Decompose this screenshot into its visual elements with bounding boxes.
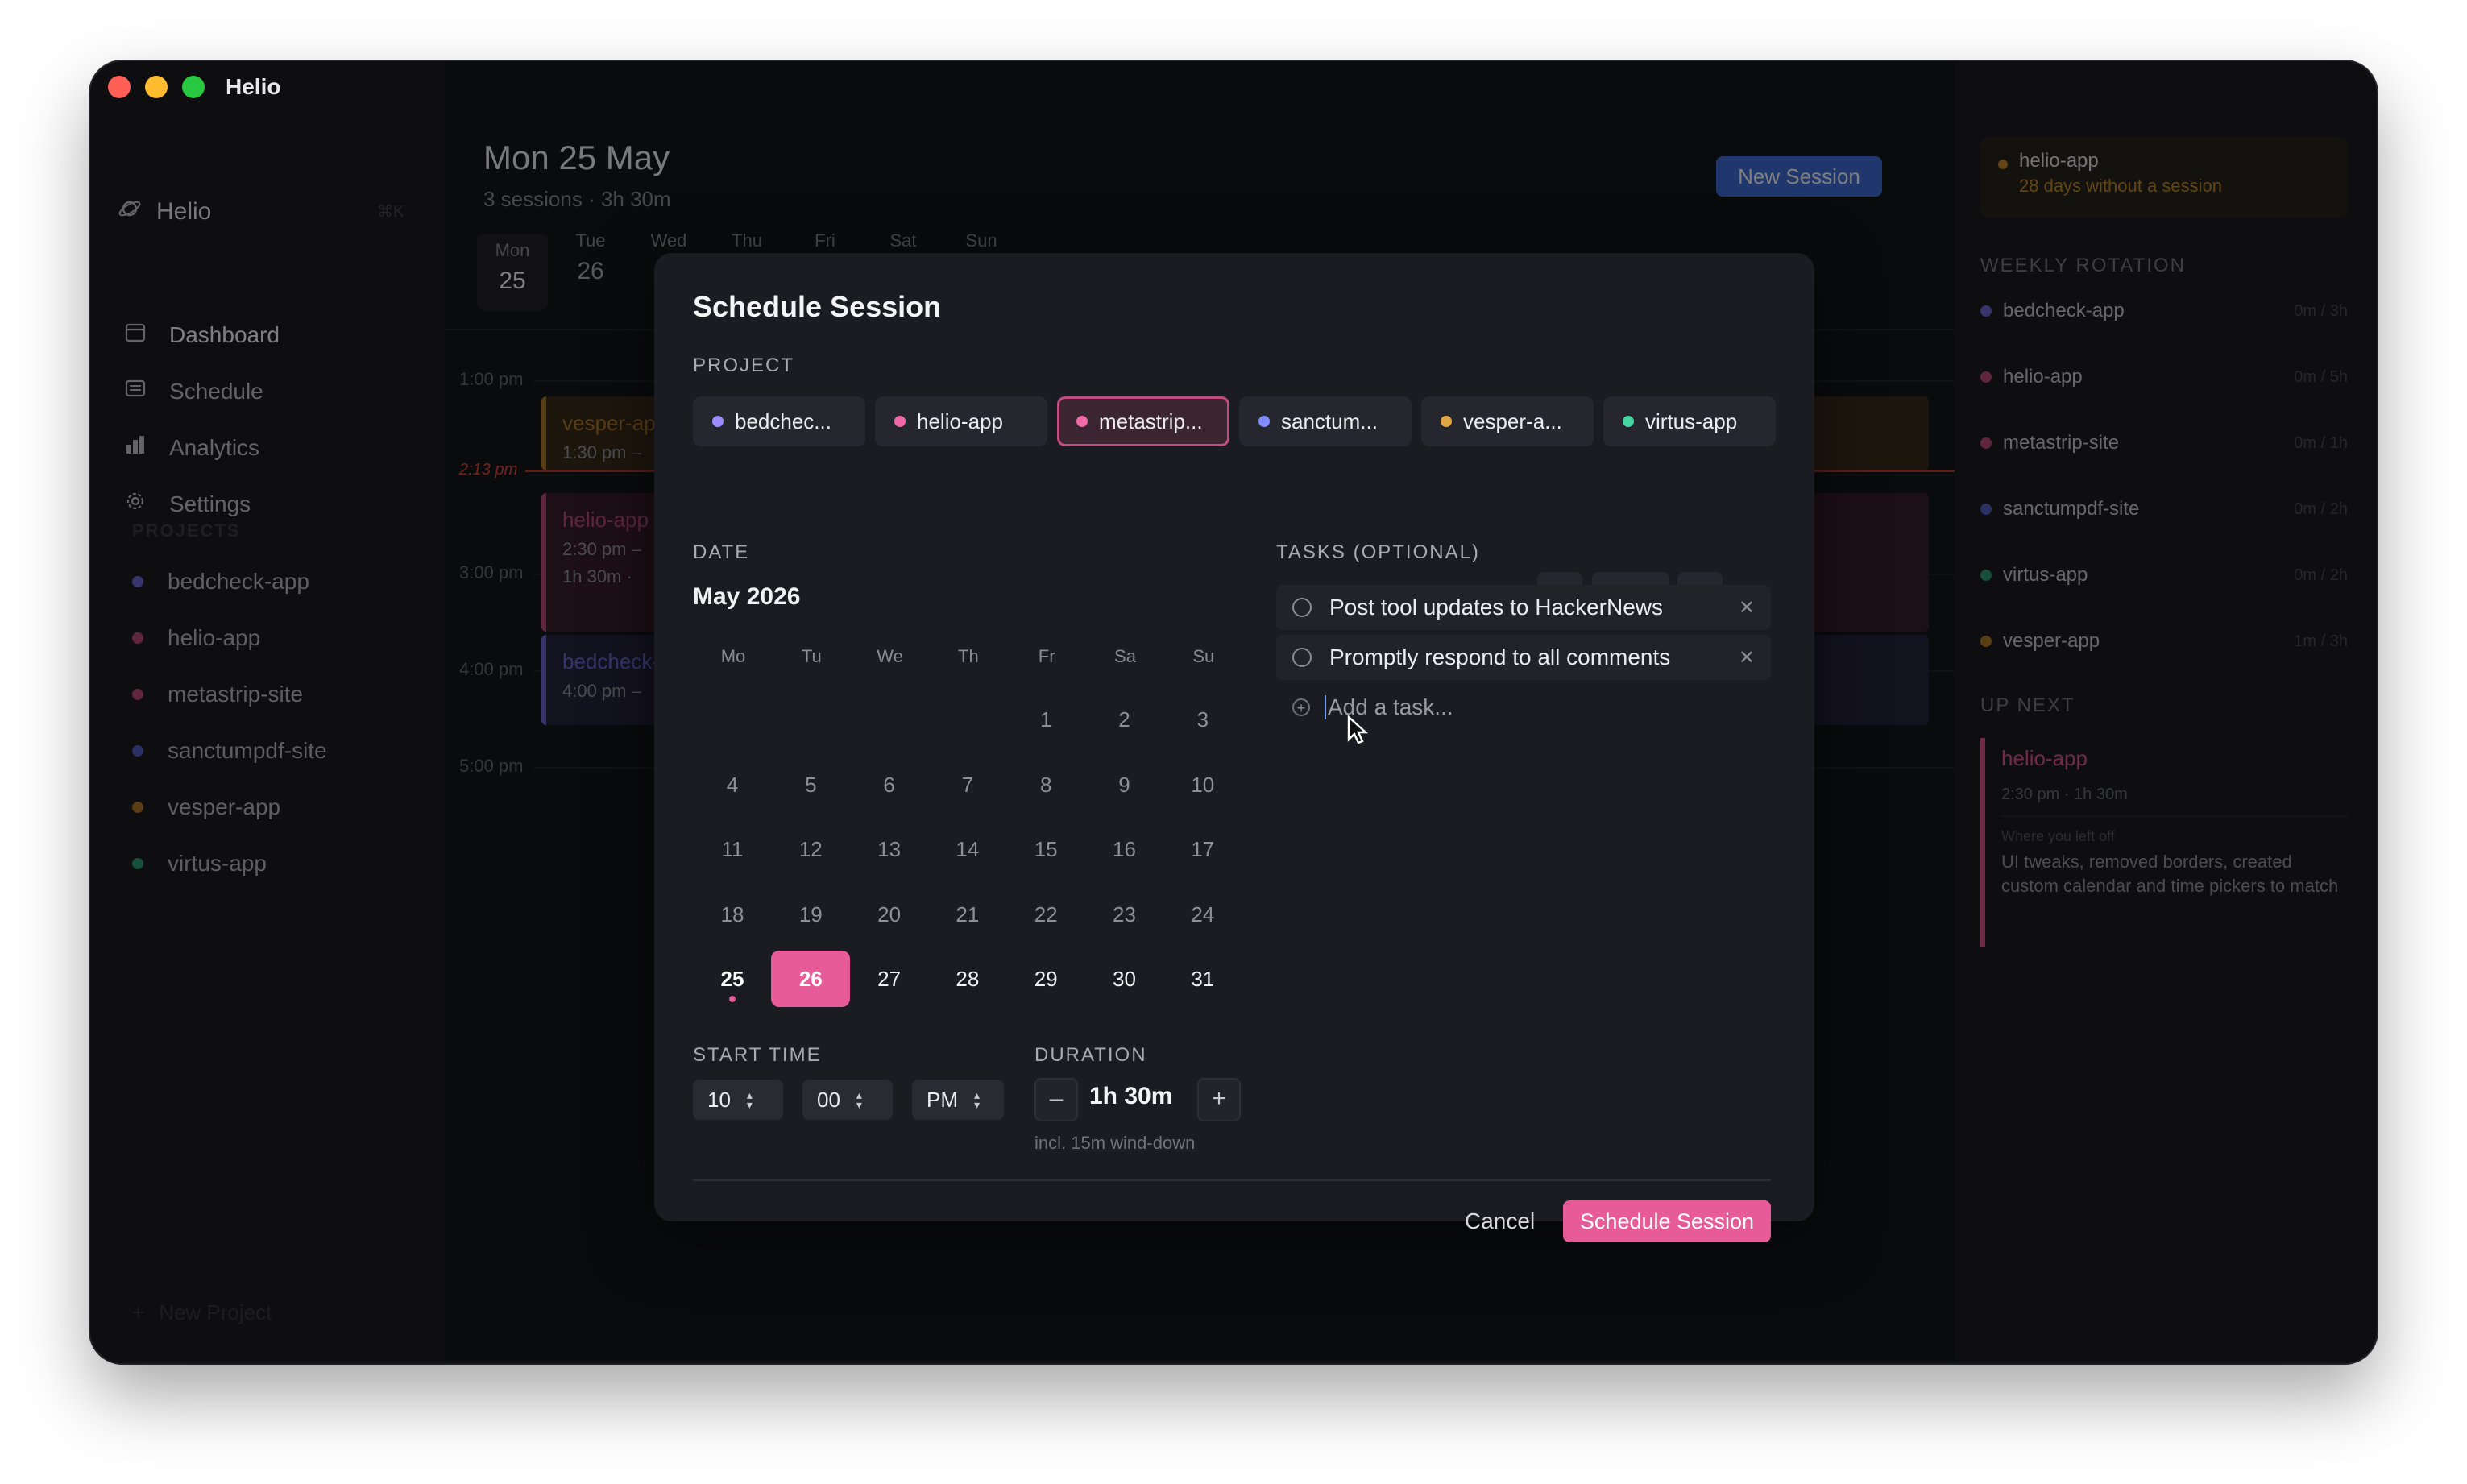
weekday-header: Mo <box>720 646 746 666</box>
calendar-day[interactable]: 16 <box>1085 821 1164 877</box>
project-chip[interactable]: metastrip... <box>1057 396 1229 446</box>
dialog-divider <box>693 1179 1771 1181</box>
date-label: DATE <box>693 541 750 563</box>
plus-icon: + <box>1212 1085 1226 1112</box>
up-down-chevron-icon: ▴ ▾ <box>856 1088 862 1111</box>
weekday-header: We <box>877 646 903 666</box>
minute-value: 00 <box>817 1087 840 1112</box>
minute-select[interactable]: 00 ▴ ▾ <box>802 1080 893 1120</box>
task-text: Post tool updates to HackerNews <box>1329 595 1663 620</box>
duration-label: DURATION <box>1034 1044 1147 1066</box>
title-bar: Helio <box>90 61 2377 113</box>
plus-circle-icon: + <box>1292 698 1310 716</box>
project-color-dot <box>1441 416 1452 427</box>
start-time-label: START TIME <box>693 1044 822 1066</box>
calendar-day[interactable]: 13 <box>850 821 929 877</box>
tasks-label: TASKS (OPTIONAL) <box>1276 541 1480 563</box>
weekday-header: Th <box>958 646 979 666</box>
calendar-day[interactable]: 29 <box>1006 951 1085 1007</box>
calendar-day[interactable]: 26 <box>771 951 851 1007</box>
project-label: PROJECT <box>693 354 795 376</box>
hour-value: 10 <box>707 1087 731 1112</box>
project-chip-label: bedchec... <box>735 408 831 433</box>
task-text: Promptly respond to all comments <box>1329 645 1671 669</box>
weekday-header: Su <box>1192 646 1215 666</box>
up-down-chevron-icon: ▴ ▾ <box>974 1088 981 1111</box>
calendar-day[interactable]: 15 <box>1006 821 1085 877</box>
calendar-day[interactable]: 17 <box>1163 821 1242 877</box>
schedule-session-dialog: Schedule Session PROJECT bedchec... helio… <box>654 253 1814 1242</box>
hour-select[interactable]: 10 ▴ ▾ <box>693 1080 783 1120</box>
calendar-day[interactable]: 24 <box>1163 886 1242 943</box>
window-title: Helio <box>226 74 281 99</box>
project-color-dot <box>1258 416 1270 427</box>
project-chip-label: sanctum... <box>1281 408 1378 433</box>
ampm-select[interactable]: PM ▴ ▾ <box>912 1080 1004 1120</box>
project-chip[interactable]: vesper-a... <box>1421 396 1594 446</box>
calendar-day[interactable]: 22 <box>1006 886 1085 943</box>
project-chip[interactable]: sanctum... <box>1239 396 1412 446</box>
text-caret <box>1325 695 1326 719</box>
calendar-day[interactable]: 19 <box>771 886 850 943</box>
close-window-button[interactable] <box>108 76 131 98</box>
calendar-day[interactable]: 5 <box>771 757 850 813</box>
project-chip[interactable]: bedchec... <box>693 396 865 446</box>
calendar-day[interactable]: 28 <box>928 951 1007 1007</box>
zoom-window-button[interactable] <box>182 76 205 98</box>
app-window: Helio ⌘K DashboardScheduleAnalyticsSetti… <box>90 61 2377 1363</box>
cancel-button[interactable]: Cancel <box>1465 1208 1535 1234</box>
calendar-day[interactable]: 6 <box>850 757 929 813</box>
remove-task-icon[interactable]: ✕ <box>1739 646 1755 669</box>
task-checkbox[interactable] <box>1292 648 1312 667</box>
weekday-header: Fr <box>1038 646 1055 666</box>
calendar-day[interactable]: 18 <box>693 886 772 943</box>
increase-duration-button[interactable]: + <box>1197 1078 1241 1121</box>
project-color-dot <box>712 416 724 427</box>
minimize-window-button[interactable] <box>145 76 168 98</box>
calendar-month: May 2026 <box>693 583 801 610</box>
minus-icon: – <box>1049 1085 1064 1112</box>
remove-task-icon[interactable]: ✕ <box>1739 596 1755 620</box>
calendar-day[interactable]: 2 <box>1085 691 1164 748</box>
calendar-day[interactable]: 7 <box>928 757 1007 813</box>
decrease-duration-button[interactable]: – <box>1034 1078 1078 1121</box>
project-chip-label: helio-app <box>917 408 1003 433</box>
project-chip-label: metastrip... <box>1099 408 1203 433</box>
ampm-value: PM <box>927 1087 958 1112</box>
calendar-day[interactable]: 1 <box>1006 691 1085 748</box>
task-checkbox[interactable] <box>1292 598 1312 617</box>
calendar-day[interactable]: 12 <box>771 821 850 877</box>
calendar-day[interactable]: 11 <box>693 821 772 877</box>
dialog-title: Schedule Session <box>693 290 942 323</box>
today-indicator-dot <box>729 996 736 1002</box>
project-chip[interactable]: helio-app <box>875 396 1047 446</box>
calendar-day[interactable]: 20 <box>850 886 929 943</box>
project-color-dot <box>1623 416 1634 427</box>
calendar-day[interactable]: 14 <box>928 821 1007 877</box>
calendar-day[interactable]: 4 <box>693 757 772 813</box>
up-down-chevron-icon: ▴ ▾ <box>746 1088 753 1111</box>
calendar-day[interactable]: 8 <box>1006 757 1085 813</box>
weekday-header: Tu <box>801 646 822 666</box>
project-chip[interactable]: virtus-app <box>1603 396 1776 446</box>
project-color-dot <box>894 416 906 427</box>
calendar-day[interactable]: 9 <box>1085 757 1164 813</box>
calendar-day[interactable]: 10 <box>1163 757 1242 813</box>
duration-note: incl. 15m wind-down <box>1034 1133 1196 1153</box>
calendar-day[interactable]: 27 <box>850 951 929 1007</box>
calendar-day[interactable]: 31 <box>1163 951 1242 1007</box>
calendar-day[interactable]: 23 <box>1085 886 1164 943</box>
project-chip-label: virtus-app <box>1645 408 1738 433</box>
schedule-session-button[interactable]: Schedule Session <box>1563 1200 1771 1242</box>
calendar-day[interactable]: 21 <box>928 886 1007 943</box>
calendar-day[interactable]: 3 <box>1163 691 1242 748</box>
project-color-dot <box>1076 416 1088 427</box>
mouse-cursor-icon <box>1347 715 1369 750</box>
task-item[interactable]: Post tool updates to HackerNews ✕ <box>1276 585 1771 630</box>
calendar-day[interactable]: 30 <box>1085 951 1164 1007</box>
duration-value: 1h 30m <box>1089 1083 1173 1109</box>
task-item[interactable]: Promptly respond to all comments ✕ <box>1276 635 1771 680</box>
weekday-header: Sa <box>1114 646 1136 666</box>
project-chip-label: vesper-a... <box>1463 408 1562 433</box>
